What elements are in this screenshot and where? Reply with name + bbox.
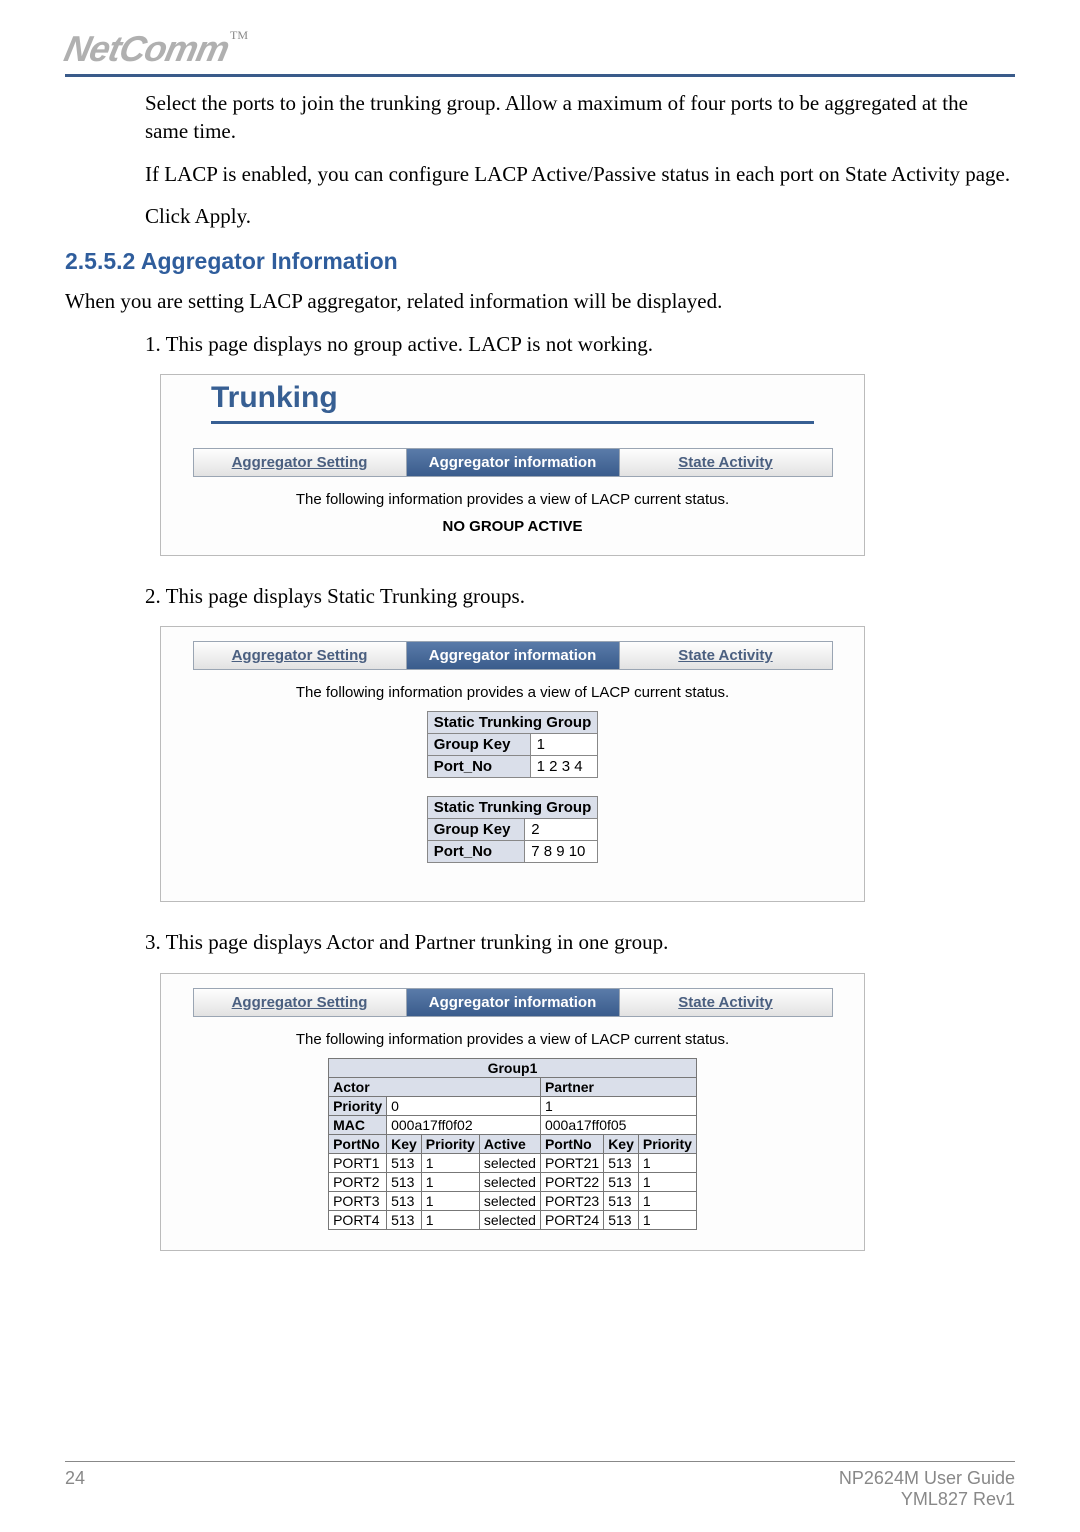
cell: 1 [638, 1191, 696, 1210]
tab-aggregator-setting[interactable]: Aggregator Setting [194, 449, 407, 476]
tab-bar: Aggregator Setting Aggregator informatio… [193, 641, 833, 670]
table-header: Static Trunking Group [427, 797, 598, 819]
cell: 513 [604, 1172, 639, 1191]
cell: 1 [421, 1191, 479, 1210]
cell: selected [479, 1172, 540, 1191]
cell-group-key: 2 [525, 819, 598, 841]
cell: 513 [387, 1153, 422, 1172]
tab-aggregator-information[interactable]: Aggregator information [407, 989, 620, 1016]
status-caption: The following information provides a vie… [161, 1031, 864, 1048]
static-trunking-table-1: Static Trunking Group Group Key 1 Port_N… [427, 711, 599, 778]
cell-port-no: 7 8 9 10 [525, 841, 598, 863]
priority-label: Priority [329, 1096, 387, 1115]
group1-table: Group1 Actor Partner Priority 0 1 MAC 00… [328, 1058, 697, 1230]
cell: selected [479, 1191, 540, 1210]
revision: YML827 Rev1 [901, 1489, 1015, 1509]
cell: 1 [421, 1153, 479, 1172]
list-item-2: 2. This page displays Static Trunking gr… [145, 582, 1015, 610]
partner-mac: 000a17ff0f05 [540, 1115, 696, 1134]
cell: 1 [421, 1172, 479, 1191]
trademark: TM [230, 28, 248, 42]
col-active: Active [479, 1134, 540, 1153]
col-portno: PortNo [540, 1134, 603, 1153]
row-label-port-no: Port_No [427, 841, 524, 863]
page-number: 24 [65, 1468, 85, 1510]
cell: PORT22 [540, 1172, 603, 1191]
table-row: PORT45131selectedPORT245131 [329, 1210, 697, 1229]
section-heading: 2.5.5.2 Aggregator Information [65, 248, 1015, 275]
screenshot-no-group: Trunking Aggregator Setting Aggregator i… [160, 374, 865, 556]
col-key: Key [387, 1134, 422, 1153]
panel-title: Trunking [161, 375, 864, 421]
col-priority: Priority [421, 1134, 479, 1153]
cell: PORT4 [329, 1210, 387, 1229]
cell: 513 [604, 1153, 639, 1172]
static-trunking-table-2: Static Trunking Group Group Key 2 Port_N… [427, 796, 599, 863]
actor-priority: 0 [387, 1096, 541, 1115]
tab-aggregator-setting[interactable]: Aggregator Setting [194, 989, 407, 1016]
table-row: PORT15131selectedPORT215131 [329, 1153, 697, 1172]
col-portno: PortNo [329, 1134, 387, 1153]
cell: PORT24 [540, 1210, 603, 1229]
row-label-port-no: Port_No [427, 756, 530, 778]
cell: 1 [638, 1172, 696, 1191]
tab-state-activity[interactable]: State Activity [620, 642, 832, 669]
table-header: Static Trunking Group [427, 712, 598, 734]
no-group-active-label: NO GROUP ACTIVE [161, 518, 864, 535]
screenshot-actor-partner: Aggregator Setting Aggregator informatio… [160, 973, 865, 1251]
partner-priority: 1 [540, 1096, 696, 1115]
intro-paragraph-2: If LACP is enabled, you can configure LA… [145, 160, 1015, 188]
cell: PORT3 [329, 1191, 387, 1210]
group-title: Group1 [329, 1058, 697, 1077]
status-caption: The following information provides a vie… [161, 491, 864, 508]
actor-header: Actor [329, 1077, 541, 1096]
cell: selected [479, 1210, 540, 1229]
brand-logo: NetComm [61, 28, 233, 70]
list-item-3: 3. This page displays Actor and Partner … [145, 928, 1015, 956]
mac-label: MAC [329, 1115, 387, 1134]
screenshot-static-trunking: Aggregator Setting Aggregator informatio… [160, 626, 865, 902]
col-priority: Priority [638, 1134, 696, 1153]
cell: 1 [421, 1210, 479, 1229]
cell-port-no: 1 2 3 4 [530, 756, 598, 778]
list-item-1: 1. This page displays no group active. L… [145, 330, 1015, 358]
status-caption: The following information provides a vie… [161, 684, 864, 701]
guide-name: NP2624M User Guide [839, 1468, 1015, 1488]
page-footer: 24 NP2624M User Guide YML827 Rev1 [65, 1461, 1015, 1510]
tab-bar: Aggregator Setting Aggregator informatio… [193, 448, 833, 477]
intro-paragraph-3: Click Apply. [145, 202, 1015, 230]
tab-aggregator-setting[interactable]: Aggregator Setting [194, 642, 407, 669]
row-label-group-key: Group Key [427, 734, 530, 756]
cell: 1 [638, 1210, 696, 1229]
partner-header: Partner [540, 1077, 696, 1096]
tab-state-activity[interactable]: State Activity [620, 989, 832, 1016]
cell: 513 [604, 1191, 639, 1210]
cell-group-key: 1 [530, 734, 598, 756]
cell: 513 [387, 1210, 422, 1229]
row-label-group-key: Group Key [427, 819, 524, 841]
tab-aggregator-information[interactable]: Aggregator information [407, 642, 620, 669]
header: NetCommTM [65, 28, 1015, 77]
table-row: PORT25131selectedPORT225131 [329, 1172, 697, 1191]
cell: PORT21 [540, 1153, 603, 1172]
tab-state-activity[interactable]: State Activity [620, 449, 832, 476]
col-key: Key [604, 1134, 639, 1153]
cell: 513 [604, 1210, 639, 1229]
cell: 513 [387, 1191, 422, 1210]
cell: PORT23 [540, 1191, 603, 1210]
actor-mac: 000a17ff0f02 [387, 1115, 541, 1134]
cell: selected [479, 1153, 540, 1172]
intro-paragraph-1: Select the ports to join the trunking gr… [145, 89, 1015, 146]
cell: PORT2 [329, 1172, 387, 1191]
cell: PORT1 [329, 1153, 387, 1172]
cell: 1 [638, 1153, 696, 1172]
table-row: PORT35131selectedPORT235131 [329, 1191, 697, 1210]
tab-bar: Aggregator Setting Aggregator informatio… [193, 988, 833, 1017]
cell: 513 [387, 1172, 422, 1191]
section-lead: When you are setting LACP aggregator, re… [65, 287, 1015, 315]
tab-aggregator-information[interactable]: Aggregator information [407, 449, 620, 476]
